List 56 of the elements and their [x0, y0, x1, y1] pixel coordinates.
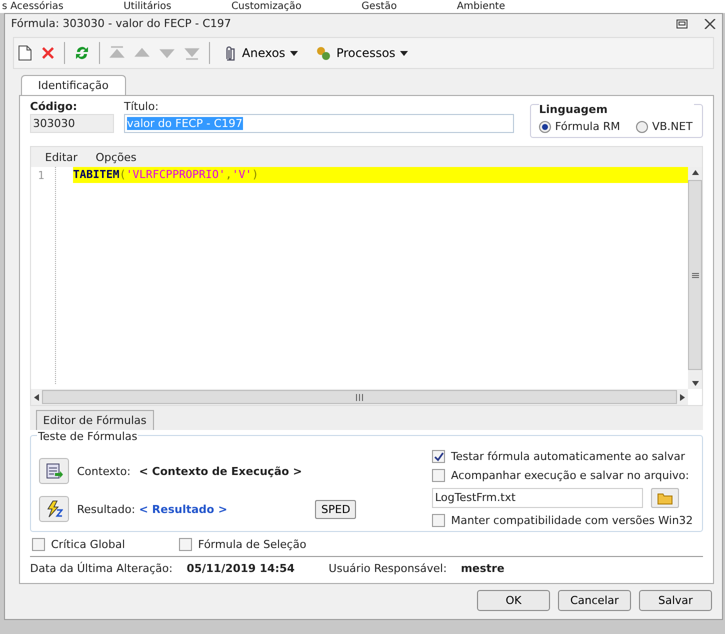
checkbox-option[interactable]: Fórmula de Seleção: [179, 538, 306, 551]
user-value: mestre: [460, 562, 504, 575]
tab[interactable]: Identificação: [21, 75, 126, 95]
scroll-right-icon[interactable]: [680, 394, 685, 400]
horizontal-scrollbar[interactable]: [31, 389, 688, 405]
date-value: 05/11/2019 14:54: [186, 562, 295, 575]
tab[interactable]: Editor de Fórmulas: [36, 410, 154, 430]
editor-menu-item[interactable]: Editar: [45, 150, 78, 164]
user-label: Usuário Responsável:: [328, 562, 447, 575]
check-icon: [434, 452, 444, 462]
checkbox-option[interactable]: Manter compatibilidade com versões Win32: [432, 514, 694, 527]
code-editor[interactable]: Editar Opções 1 TABITEM('VLRFCPPROPRIO','V'): [30, 146, 703, 406]
run-button[interactable]: [39, 496, 69, 522]
radio-option[interactable]: VB.NET: [636, 120, 693, 133]
restore-icon[interactable]: [676, 18, 688, 28]
radio-option[interactable]: Fórmula RM: [539, 120, 620, 133]
refresh-icon[interactable]: [74, 45, 90, 61]
dialog-button[interactable]: Cancelar: [558, 590, 631, 611]
scroll-left-icon[interactable]: [34, 394, 39, 400]
line-number: 1: [36, 168, 46, 182]
window-title: Fórmula: 303030 - valor do FECP - C197: [11, 17, 232, 30]
result-link[interactable]: < Resultado >: [139, 502, 228, 516]
grip-icon: [692, 272, 698, 278]
dialog-button[interactable]: OK: [477, 590, 550, 611]
checkbox-option[interactable]: Acompanhar execução e salvar no arquivo:: [432, 469, 694, 482]
dialog-button[interactable]: Salvar: [639, 590, 712, 611]
group-title: Teste de Fórmulas: [37, 430, 138, 443]
toolbar-menu-button[interactable]: Processos: [311, 45, 412, 61]
gears-icon: [315, 45, 332, 61]
vertical-scrollbar[interactable]: [688, 167, 702, 389]
context-label: Contexto:: [77, 464, 131, 478]
new-document-icon[interactable]: [18, 45, 32, 61]
code-field[interactable]: 303030: [30, 114, 114, 133]
folder-icon: [657, 492, 673, 504]
field-label: Código:: [30, 100, 78, 113]
context-value[interactable]: < Contexto de Execução >: [139, 464, 302, 478]
document-arrow-icon: [45, 462, 63, 480]
checkbox-option[interactable]: Testar fórmula automaticamente ao salvar: [432, 450, 694, 463]
lightning-icon: [45, 500, 63, 518]
scroll-up-icon[interactable]: [692, 170, 698, 175]
caret-icon: [290, 50, 298, 56]
close-icon[interactable]: [704, 18, 716, 28]
field-label: Título:: [124, 100, 160, 113]
folder-button[interactable]: [651, 488, 679, 508]
scroll-down-icon[interactable]: [692, 381, 698, 386]
group-title: Linguagem: [539, 103, 694, 116]
date-label: Data da Última Alteração:: [30, 562, 173, 575]
checkbox-option[interactable]: Crítica Global: [32, 538, 126, 551]
delete-icon[interactable]: [41, 46, 55, 60]
context-button[interactable]: [39, 458, 69, 484]
file-name-field[interactable]: LogTestFrm.txt: [432, 488, 643, 508]
editor-menu-item[interactable]: Opções: [96, 150, 136, 164]
toolbar-menu-button[interactable]: Anexos: [219, 45, 302, 61]
sped-button[interactable]: SPED: [315, 500, 356, 518]
grip-icon: [356, 394, 363, 400]
caret-icon: [400, 50, 408, 56]
